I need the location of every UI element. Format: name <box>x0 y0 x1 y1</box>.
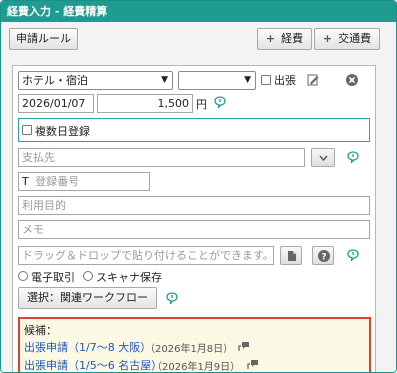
add-expense-button[interactable]: + 経費 <box>257 28 312 50</box>
document-icon <box>288 251 296 261</box>
plus-icon: + <box>322 32 333 45</box>
attachment-drop-zone[interactable]: ドラッグ＆ドロップで貼り付けることができます。 <box>18 246 274 265</box>
expense-dialog: 経費入力 - 経費精算 申請ルール + 経費 + 交通費 ホテル・宿泊 ▼ ▼ 出張 <box>0 0 397 373</box>
purpose-input[interactable]: 利用目的 <box>18 196 370 215</box>
plus-icon: + <box>265 32 276 45</box>
scan-button[interactable] <box>280 246 302 265</box>
comment-icon[interactable] <box>347 151 359 163</box>
currency-label: 円 <box>196 98 207 111</box>
comment-icon[interactable] <box>347 249 359 261</box>
registration-prefix: T <box>22 175 29 188</box>
multi-day-label: 複数日登録 <box>35 125 90 138</box>
candidates-title: 候補： <box>24 324 57 337</box>
add-transport-button[interactable]: + 交通費 <box>314 28 380 50</box>
payee-dropdown-button[interactable] <box>311 148 335 167</box>
scanner-storage-label: スキャナ保存 <box>96 271 162 284</box>
amount-input[interactable]: 1,500 <box>97 94 193 113</box>
business-trip-label: 出張 <box>274 74 296 87</box>
date-input[interactable]: 2026/01/07 <box>18 94 94 113</box>
date-value: 2026/01/07 <box>22 97 86 110</box>
expense-category-select[interactable]: ホテル・宿泊 ▼ <box>18 71 173 90</box>
comment-icon[interactable] <box>214 96 226 108</box>
related-workflow-label: 選択：関連ワークフロー <box>27 291 148 304</box>
memo-placeholder: メモ <box>22 223 44 236</box>
payee-placeholder: 支払先 <box>22 151 55 164</box>
insert-comment-icon[interactable] <box>238 340 250 352</box>
help-button[interactable]: ? <box>312 246 334 265</box>
add-transport-label: 交通費 <box>338 32 372 45</box>
memo-input[interactable]: メモ <box>18 220 370 239</box>
workflow-candidates-box: 候補： 出張申請（1/7〜8 大阪） （2026年1月8日） 出張申請（1/5〜… <box>18 317 371 373</box>
chevron-down-icon <box>319 155 328 161</box>
candidate-date: （2026年1月9日） <box>152 362 241 373</box>
candidate-link[interactable]: 出張申請（1/5〜6 名古屋） <box>24 357 162 372</box>
comment-icon[interactable] <box>166 292 178 304</box>
purpose-placeholder: 利用目的 <box>22 199 66 212</box>
candidate-link[interactable]: 出張申請（1/7〜8 大阪） <box>24 339 151 355</box>
help-icon: ? <box>318 250 330 262</box>
chevron-down-icon: ▼ <box>161 75 168 85</box>
insert-comment-icon[interactable] <box>247 358 259 370</box>
sub-category-select[interactable]: ▼ <box>178 71 256 90</box>
electronic-transaction-radio[interactable] <box>18 271 28 281</box>
svg-text:?: ? <box>321 253 326 263</box>
multi-day-checkbox[interactable] <box>22 125 32 135</box>
registration-number-input[interactable]: T 登録番号 <box>18 172 150 191</box>
application-rules-label: 申請ルール <box>16 32 71 45</box>
dialog-title: 経費入力 - 経費精算 <box>1 1 396 22</box>
drop-placeholder: ドラッグ＆ドロップで貼り付けることができます。 <box>22 249 274 262</box>
related-workflow-button[interactable]: 選択：関連ワークフロー <box>18 287 157 309</box>
expense-category-value: ホテル・宿泊 <box>22 74 88 87</box>
edit-icon[interactable] <box>307 74 319 86</box>
candidate-date: （2026年1月8日） <box>145 344 234 355</box>
multi-day-box: 複数日登録 <box>18 118 370 142</box>
chevron-down-icon: ▼ <box>244 75 251 85</box>
dialog-content: 申請ルール + 経費 + 交通費 ホテル・宿泊 ▼ ▼ 出張 2026/01/0… <box>1 22 396 373</box>
business-trip-checkbox[interactable] <box>261 75 271 85</box>
scanner-storage-radio[interactable] <box>83 271 93 281</box>
registration-placeholder: 登録番号 <box>35 175 80 188</box>
delete-icon[interactable] <box>346 74 358 86</box>
electronic-transaction-label: 電子取引 <box>31 271 75 284</box>
payee-input[interactable]: 支払先 <box>18 148 305 167</box>
add-expense-label: 経費 <box>281 32 304 45</box>
expense-entry-panel: ホテル・宿泊 ▼ ▼ 出張 2026/01/07 1,500 円 複数日登録 支… <box>12 65 376 373</box>
application-rules-button[interactable]: 申請ルール <box>9 28 78 50</box>
amount-value: 1,500 <box>157 97 190 110</box>
